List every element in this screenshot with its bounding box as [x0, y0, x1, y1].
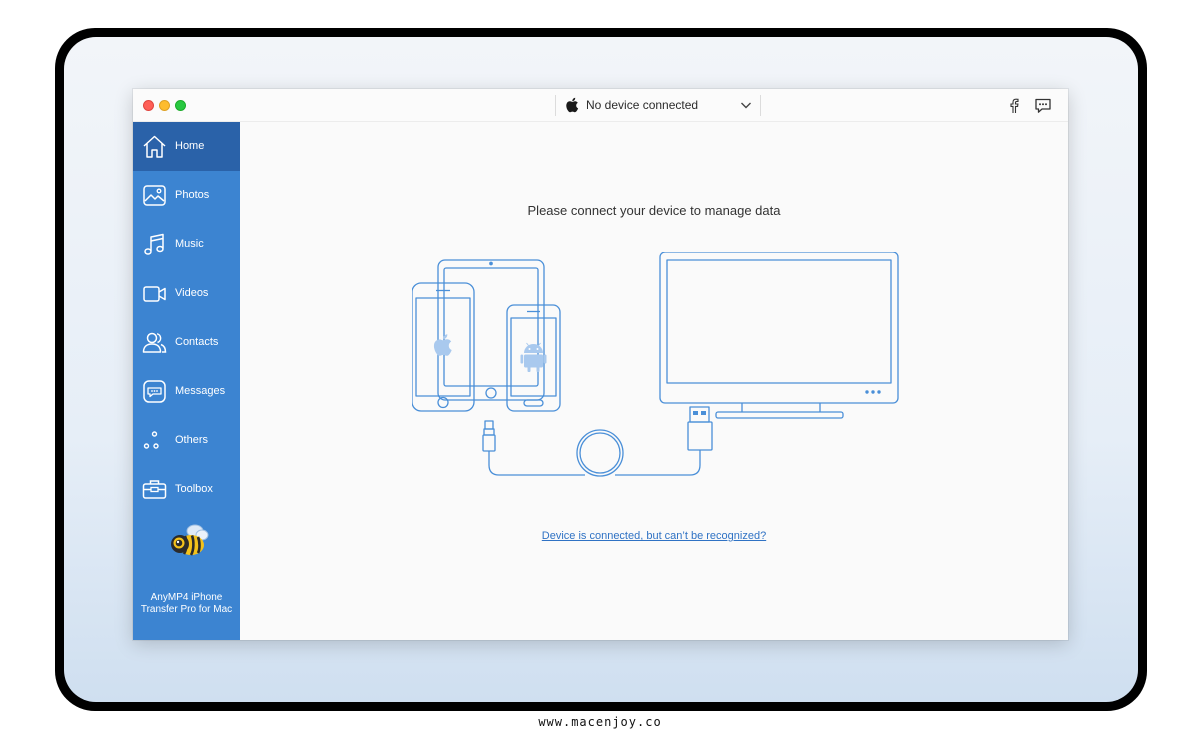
sidebar-item-label: Videos	[175, 287, 209, 299]
sidebar-item-others[interactable]: Others	[133, 416, 240, 465]
watermark: www.macenjoy.co	[538, 715, 662, 729]
bee-logo-icon	[171, 524, 209, 556]
sidebar-item-label: Contacts	[175, 336, 219, 348]
sidebar-item-videos[interactable]: Videos	[133, 269, 240, 318]
not-recognized-help-link[interactable]: Device is connected, but can’t be recogn…	[240, 530, 1068, 542]
sidebar-item-photos[interactable]: Photos	[133, 171, 240, 220]
sidebar-item-label: Others	[175, 434, 209, 446]
facebook-icon[interactable]	[1007, 98, 1021, 114]
sidebar-item-music[interactable]: Music	[133, 220, 240, 269]
connect-device-illustration	[412, 252, 899, 477]
sidebar-item-contacts[interactable]: Contacts	[133, 318, 240, 367]
brand-block: AnyMP4 iPhone Transfer Pro for Mac	[133, 524, 240, 616]
sidebar: Home Photos Music Videos Contacts Messag…	[133, 122, 240, 640]
sidebar-item-label: Messages	[175, 385, 226, 397]
home-icon	[143, 135, 166, 158]
dots-icon	[143, 431, 159, 449]
app-window: No device connected Home Photos Music Vi…	[133, 89, 1068, 640]
photo-icon	[143, 185, 166, 206]
sidebar-item-label: Toolbox	[175, 483, 213, 495]
sidebar-item-toolbox[interactable]: Toolbox	[133, 465, 240, 514]
device-selector-label: No device connected	[586, 98, 699, 112]
close-window-button[interactable]	[143, 100, 154, 111]
connect-prompt: Please connect your device to manage dat…	[527, 203, 781, 218]
chat-icon[interactable]	[1034, 98, 1052, 114]
device-selector[interactable]: No device connected	[555, 95, 761, 116]
message-icon	[143, 380, 166, 403]
contacts-icon	[142, 332, 167, 353]
zoom-window-button[interactable]	[175, 100, 186, 111]
toolbox-icon	[142, 480, 167, 499]
sidebar-item-label: Photos	[175, 189, 210, 201]
music-icon	[144, 233, 164, 255]
brand-name-line2: Transfer Pro for Mac	[140, 604, 233, 615]
video-icon	[143, 286, 166, 302]
sidebar-item-messages[interactable]: Messages	[133, 367, 240, 416]
sidebar-item-home[interactable]: Home	[133, 122, 240, 171]
titlebar: No device connected	[133, 89, 1068, 122]
minimize-window-button[interactable]	[159, 100, 170, 111]
sidebar-item-label: Music	[175, 238, 204, 250]
brand-name-line1: AnyMP4 iPhone	[150, 592, 223, 603]
main-content: Please connect your device to manage dat…	[240, 122, 1068, 640]
apple-icon	[566, 97, 579, 113]
sidebar-item-label: Home	[175, 140, 205, 152]
chevron-down-icon	[741, 102, 751, 109]
